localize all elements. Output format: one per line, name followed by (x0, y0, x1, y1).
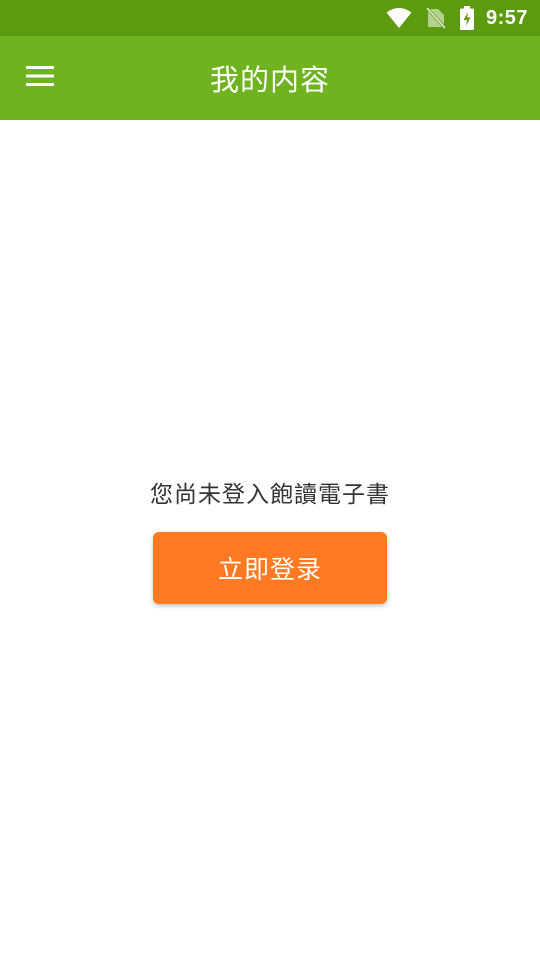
status-bar: 9:57 (0, 0, 540, 36)
wifi-icon (386, 7, 412, 29)
login-prompt-text: 您尚未登入飽讀電子書 (150, 482, 390, 508)
page-title: 我的内容 (209, 63, 330, 97)
battery-charging-icon (459, 6, 474, 30)
main-content: 您尚未登入飽讀電子書 立即登录 (0, 120, 540, 960)
status-time: 9:57 (485, 6, 528, 29)
no-sim-icon (425, 7, 446, 29)
app-bar: 我的内容 (0, 36, 540, 120)
login-button[interactable]: 立即登录 (153, 532, 387, 604)
